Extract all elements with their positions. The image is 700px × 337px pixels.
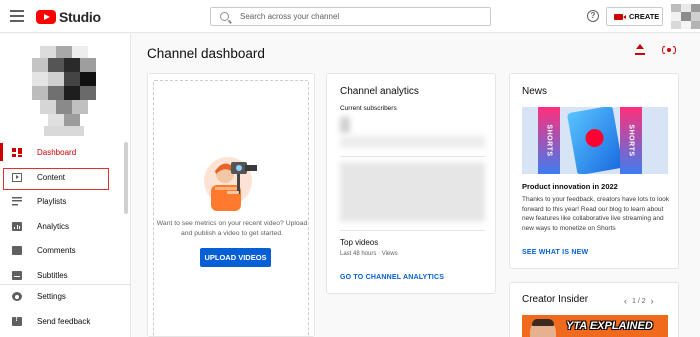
subtitles-icon xyxy=(12,270,22,280)
search-box[interactable] xyxy=(210,7,491,26)
current-subscribers-label: Current subscribers xyxy=(340,105,397,112)
news-headline: Product innovation in 2022 xyxy=(522,182,618,191)
channel-avatar[interactable] xyxy=(24,42,104,138)
search-input[interactable] xyxy=(240,12,480,21)
sidebar-item-label: Settings xyxy=(37,291,66,301)
studio-logo[interactable]: Studio xyxy=(36,9,101,25)
sidebar-item-label: Comments xyxy=(37,245,76,255)
presenter-face xyxy=(530,319,556,337)
news-title: News xyxy=(522,86,548,97)
divider xyxy=(340,156,485,157)
creator-insider-thumbnail[interactable]: YTA EXPLAINED xyxy=(522,315,668,337)
channel-analytics-card: Channel analytics Current subscribers To… xyxy=(326,73,496,294)
youtube-logo-icon xyxy=(36,10,56,24)
menu-icon[interactable] xyxy=(10,10,24,22)
sidebar-item-label: Send feedback xyxy=(37,316,91,326)
upload-videos-button[interactable]: UPLOAD VIDEOS xyxy=(200,248,271,267)
app-name: Studio xyxy=(59,9,101,25)
sidebar-item-dashboard[interactable]: Dashboard xyxy=(0,140,122,164)
pager: ‹ 1 / 2 › xyxy=(624,296,654,306)
go-live-icon[interactable] xyxy=(662,45,676,55)
sidebar: Dashboard Content Playlists Analytics Co… xyxy=(0,34,131,337)
page-title: Channel dashboard xyxy=(147,46,265,61)
account-avatar[interactable] xyxy=(671,4,700,29)
news-card: News SHORTS SHORTS Product innovation in… xyxy=(509,73,679,269)
upload-icon[interactable] xyxy=(635,44,645,56)
sidebar-item-label: Analytics xyxy=(37,221,70,231)
sidebar-item-playlists[interactable]: Playlists xyxy=(0,189,122,213)
subscriber-count-redacted xyxy=(340,117,350,133)
upload-prompt-text: Want to see metrics on your recent video… xyxy=(156,220,308,237)
chevron-left-icon[interactable]: ‹ xyxy=(624,296,627,306)
page-indicator: 1 / 2 xyxy=(632,297,646,305)
channel-analytics-title: Channel analytics xyxy=(340,86,419,97)
top-videos-subtitle: Last 48 hours · Views xyxy=(340,251,398,257)
top-bar: Studio ? CREATE xyxy=(0,0,700,33)
sidebar-item-label: Subtitles xyxy=(37,270,68,280)
dashboard-icon xyxy=(12,147,22,157)
video-camera-icon xyxy=(614,13,626,20)
news-thumbnail[interactable]: SHORTS SHORTS xyxy=(522,107,668,174)
sidebar-scrollbar[interactable] xyxy=(124,142,128,214)
thumbnail-caption: YTA EXPLAINED xyxy=(566,320,653,332)
sidebar-item-label: Dashboard xyxy=(37,147,77,157)
sidebar-item-analytics[interactable]: Analytics xyxy=(0,214,122,238)
go-to-analytics-link[interactable]: GO TO CHANNEL ANALYTICS xyxy=(340,274,444,281)
help-icon[interactable]: ? xyxy=(587,10,599,22)
redacted-metrics xyxy=(340,162,485,222)
upload-dropzone: Want to see metrics on your recent video… xyxy=(153,80,309,337)
search-icon xyxy=(220,12,229,21)
sidebar-item-settings[interactable]: Settings xyxy=(0,284,122,308)
shorts-banner-left: SHORTS xyxy=(538,107,560,174)
sidebar-item-label: Playlists xyxy=(37,196,67,206)
upload-card: Want to see metrics on your recent video… xyxy=(147,73,315,337)
shorts-banner-right: SHORTS xyxy=(620,107,642,174)
sidebar-item-send-feedback[interactable]: Send feedback xyxy=(0,309,122,333)
create-button[interactable]: CREATE xyxy=(606,7,663,26)
creator-insider-card: Creator Insider ‹ 1 / 2 › YTA EXPLAINED xyxy=(509,282,679,337)
news-body: Thanks to your feedback, creators have l… xyxy=(522,196,670,232)
content-highlight-box xyxy=(3,168,109,190)
comments-icon xyxy=(12,245,22,255)
create-label: CREATE xyxy=(629,12,660,21)
shorts-phone-image xyxy=(566,107,624,174)
gear-icon xyxy=(12,291,22,301)
see-what-is-new-link[interactable]: SEE WHAT IS NEW xyxy=(522,249,588,256)
playlists-icon xyxy=(12,196,22,206)
chevron-right-icon[interactable]: › xyxy=(651,296,654,306)
sidebar-item-comments[interactable]: Comments xyxy=(0,238,122,262)
divider xyxy=(340,230,485,231)
creator-insider-title: Creator Insider xyxy=(522,294,589,305)
feedback-icon xyxy=(12,316,22,326)
redacted-summary xyxy=(340,136,485,148)
creator-illustration xyxy=(204,157,257,211)
top-videos-title: Top videos xyxy=(340,238,379,247)
analytics-icon xyxy=(12,221,22,231)
